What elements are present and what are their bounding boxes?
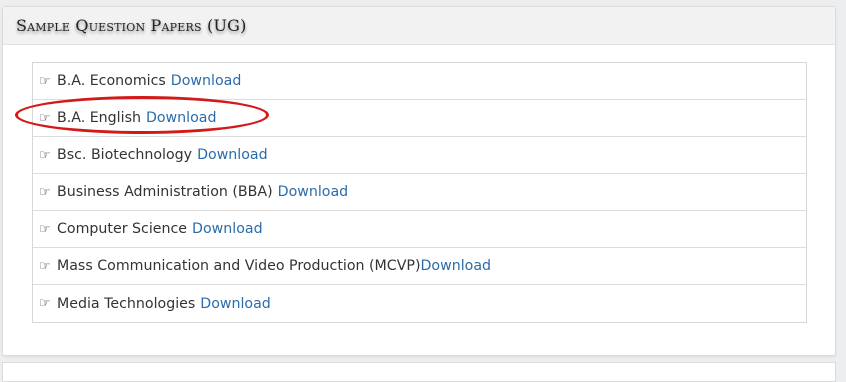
list-item: ☞ Computer Science Download	[33, 211, 806, 248]
download-link[interactable]: Download	[171, 73, 242, 89]
item-label: Bsc. Biotechnology	[57, 147, 193, 163]
sample-question-papers-panel: Sample Question Papers (UG) ☞ B.A. Econo…	[2, 6, 836, 356]
list-item: ☞ Mass Communication and Video Productio…	[33, 248, 806, 285]
panel-heading: Sample Question Papers (UG)	[3, 7, 835, 45]
download-link[interactable]: Download	[146, 110, 217, 126]
item-label: Mass Communication and Video Production …	[57, 258, 421, 274]
item-label: Media Technologies	[57, 295, 196, 312]
list-item: ☞ Bsc. Biotechnology Download	[33, 137, 806, 174]
next-panel-edge	[2, 362, 836, 382]
hand-pointing-right-icon: ☞	[39, 110, 51, 126]
download-link[interactable]: Download	[278, 184, 349, 200]
item-label: B.A. English	[57, 110, 141, 126]
list-item: ☞ B.A. Economics Download	[33, 63, 806, 100]
download-link[interactable]: Download	[192, 221, 263, 237]
hand-pointing-right-icon: ☞	[39, 147, 51, 163]
hand-pointing-right-icon: ☞	[39, 258, 51, 274]
hand-pointing-right-icon: ☞	[39, 221, 51, 237]
list-item: ☞ Business Administration (BBA) Download	[33, 174, 806, 211]
hand-pointing-right-icon: ☞	[39, 73, 51, 89]
download-link[interactable]: Download	[200, 296, 271, 312]
download-link[interactable]: Download	[197, 147, 268, 163]
item-label: Business Administration (BBA)	[57, 184, 273, 200]
item-label: Computer Science	[57, 221, 188, 237]
hand-pointing-right-icon: ☞	[39, 296, 51, 311]
hand-pointing-right-icon: ☞	[39, 184, 51, 200]
list-item: ☞ Media Technologies Download	[33, 285, 806, 322]
panel-title: Sample Question Papers (UG)	[16, 16, 247, 35]
list-item: ☞ B.A. English Download	[33, 100, 806, 137]
item-label: B.A. Economics	[57, 73, 166, 89]
download-link[interactable]: Download	[421, 258, 492, 274]
question-papers-list: ☞ B.A. Economics Download ☞ B.A. English D…	[32, 62, 807, 323]
